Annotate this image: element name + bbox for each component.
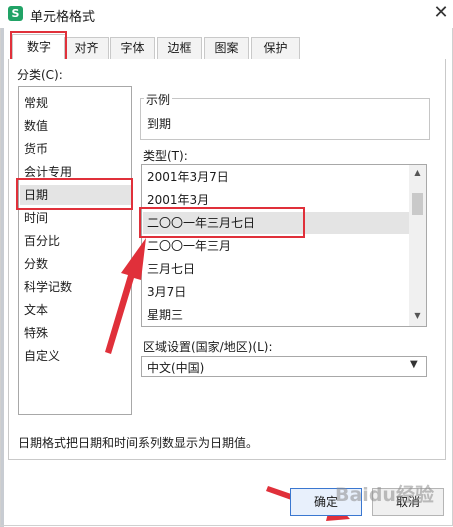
watermark-logo: Baidu经验: [335, 484, 434, 506]
annotation-arrows: [105, 238, 350, 521]
annotation-arrow-up: [105, 238, 146, 354]
